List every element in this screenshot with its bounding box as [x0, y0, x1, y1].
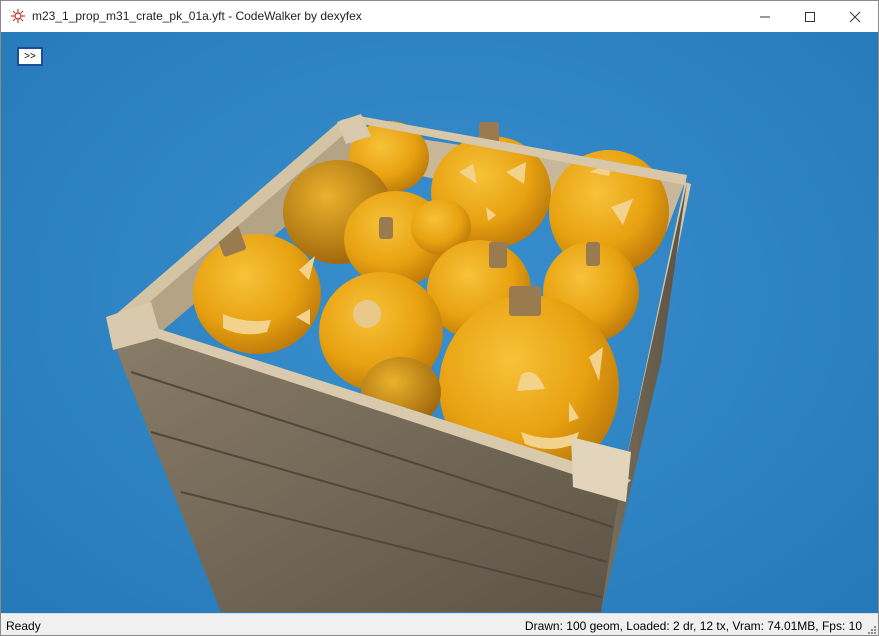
crate-model-render	[106, 114, 691, 612]
maximize-icon	[805, 11, 815, 22]
close-button[interactable]	[832, 1, 878, 32]
title-bar[interactable]: m23_1_prop_m31_crate_pk_01a.yft - CodeWa…	[1, 1, 878, 32]
render-viewport[interactable]: >>	[1, 32, 878, 613]
app-window: m23_1_prop_m31_crate_pk_01a.yft - CodeWa…	[0, 0, 879, 636]
render-stats: Drawn: 100 geom, Loaded: 2 dr, 12 tx, Vr…	[524, 619, 862, 633]
window-title: m23_1_prop_m31_crate_pk_01a.yft - CodeWa…	[32, 9, 362, 23]
resize-grip-icon[interactable]	[866, 624, 876, 634]
maximize-button[interactable]	[787, 1, 833, 32]
status-text: Ready	[6, 619, 41, 633]
codewalker-icon	[10, 8, 26, 24]
minimize-icon	[760, 16, 770, 17]
toggle-panel-button[interactable]: >>	[17, 47, 43, 66]
minimize-button[interactable]	[742, 1, 788, 32]
close-icon	[849, 11, 861, 22]
status-bar: Ready Drawn: 100 geom, Loaded: 2 dr, 12 …	[1, 613, 878, 635]
